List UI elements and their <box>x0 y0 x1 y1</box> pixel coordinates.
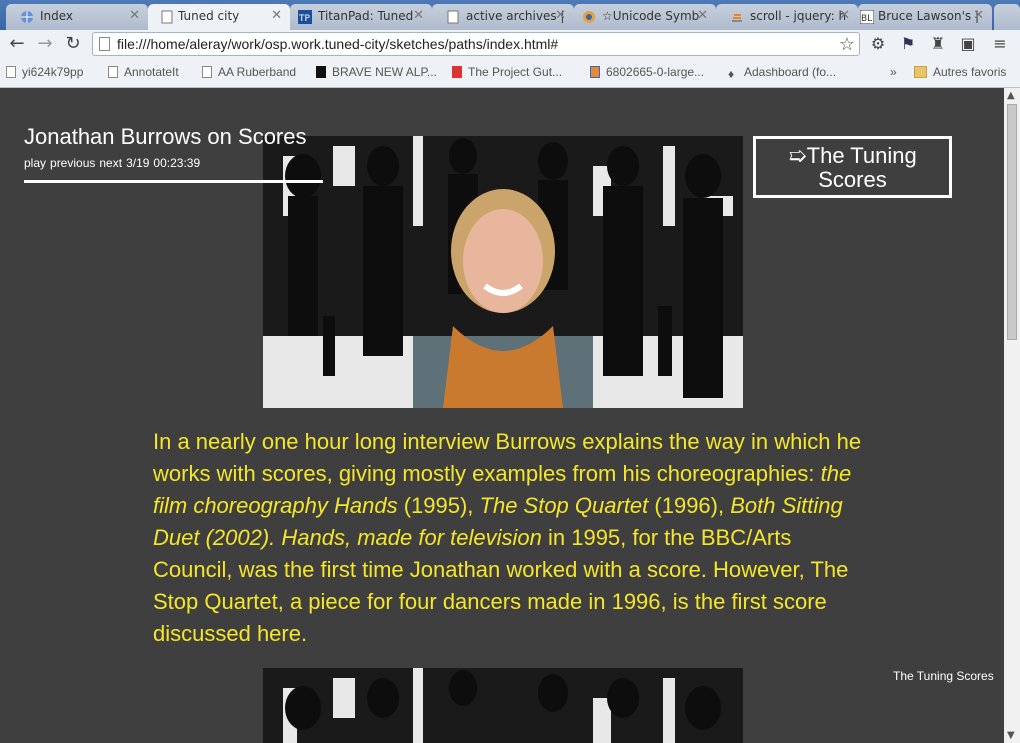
close-icon[interactable]: ✕ <box>839 8 850 23</box>
bookmark-item[interactable]: yi624k79pp <box>6 65 83 79</box>
page-icon <box>99 37 110 51</box>
image-icon <box>590 66 600 78</box>
page-icon <box>6 66 16 78</box>
vertical-scrollbar[interactable]: ▲ ▼ <box>1004 88 1020 743</box>
menu-icon[interactable]: ≡ <box>990 34 1010 54</box>
unicode-icon <box>583 11 595 23</box>
screenshot-icon[interactable]: ▣ <box>958 34 978 54</box>
brave-icon <box>316 66 326 78</box>
bookmark-item[interactable]: BRAVE NEW ALP... <box>316 65 437 79</box>
page-content: Jonathan Burrows on Scores play previous n… <box>0 88 1004 743</box>
previous-link[interactable]: previous <box>50 156 95 170</box>
video-player-secondary[interactable] <box>263 668 743 743</box>
forward-icon[interactable]: → <box>34 33 56 55</box>
scrollbar-thumb[interactable] <box>1007 104 1017 340</box>
tab-label: scroll - jquery: h <box>750 9 847 23</box>
browser-chrome: Index ✕ Tuned city ✕ TP TitanPad: Tuned ✕ a… <box>0 0 1020 88</box>
scroll-up-icon[interactable]: ▲ <box>1007 90 1015 101</box>
tab-label: Tuned city <box>178 9 240 23</box>
toolbar: ← → ↻ file:///home/aleray/work/osp.work.… <box>0 30 1020 58</box>
tab-label: TitanPad: Tuned <box>318 9 414 23</box>
close-icon[interactable]: ✕ <box>271 8 282 23</box>
bookmark-item[interactable]: AA Ruberband <box>202 65 296 79</box>
page-icon <box>202 66 212 78</box>
other-bookmarks-folder[interactable]: Autres favoris <box>914 65 1006 79</box>
new-tab-button[interactable] <box>994 4 1020 30</box>
gear-icon[interactable]: ⚙ <box>868 34 888 54</box>
bookmark-item[interactable]: 6802665-0-large... <box>590 65 704 79</box>
flag-icon[interactable]: ⚑ <box>898 34 918 54</box>
bookmark-item[interactable]: ♦ Adashboard (fo... <box>728 65 836 81</box>
playback-controls: play previous next 3/19 00:23:39 <box>24 156 204 170</box>
tuning-scores-link[interactable]: The Tuning Scores <box>893 669 994 683</box>
stackoverflow-icon <box>732 14 742 22</box>
tab-titanpad[interactable]: TP TitanPad: Tuned ✕ <box>290 4 432 30</box>
close-icon[interactable]: ✕ <box>973 8 984 23</box>
chevron-right-icon[interactable]: » <box>890 65 897 79</box>
globe-icon <box>21 11 33 23</box>
address-bar[interactable]: file:///home/aleray/work/osp.work.tuned-… <box>92 32 860 56</box>
bl-icon: BL <box>860 10 874 24</box>
tab-bruce-lawson[interactable]: BL Bruce Lawson's | ✕ <box>858 4 992 30</box>
close-icon[interactable]: ✕ <box>697 8 708 23</box>
tab-scroll-jquery[interactable]: scroll - jquery: h ✕ <box>716 4 858 30</box>
adashboard-icon: ♦ <box>728 67 735 81</box>
tuning-scores-button[interactable]: ➯The Tuning Scores <box>753 136 952 198</box>
position-counter: 3/19 <box>126 156 150 170</box>
tab-bar: Index ✕ Tuned city ✕ TP TitanPad: Tuned ✕ a… <box>0 0 1020 30</box>
tab-label: active archives | <box>466 9 565 23</box>
page-icon <box>108 66 118 78</box>
reload-icon[interactable]: ↻ <box>62 33 84 55</box>
folder-icon <box>914 66 927 78</box>
back-icon[interactable]: ← <box>6 33 28 55</box>
page-icon <box>447 10 459 24</box>
address-url[interactable]: file:///home/aleray/work/osp.work.tuned-… <box>117 36 558 52</box>
play-link[interactable]: play <box>24 156 46 170</box>
tab-tuned-city[interactable]: Tuned city ✕ <box>148 4 290 30</box>
page-icon <box>161 10 173 24</box>
tab-index[interactable]: Index ✕ <box>6 4 148 30</box>
extension-icon[interactable]: ♜ <box>928 34 948 54</box>
bookmarks-bar: yi624k79pp AnnotateIt AA Ruberband BRAVE… <box>0 58 1020 88</box>
close-icon[interactable]: ✕ <box>129 8 140 23</box>
close-icon[interactable]: ✕ <box>555 8 566 23</box>
gutenberg-icon <box>452 66 462 78</box>
bookmark-item[interactable]: The Project Gut... <box>452 65 562 79</box>
tab-unicode-symbols[interactable]: ☆Unicode Symb ✕ <box>574 4 716 30</box>
svg-text:TP: TP <box>298 14 310 24</box>
bookmark-item[interactable]: AnnotateIt <box>108 65 179 79</box>
tab-label: Bruce Lawson's | <box>878 9 980 23</box>
close-icon[interactable]: ✕ <box>413 8 424 23</box>
video-player[interactable] <box>263 136 743 408</box>
title-underline <box>24 180 323 183</box>
titanpad-icon: TP <box>298 10 312 24</box>
next-link[interactable]: next <box>99 156 122 170</box>
video-frame <box>263 668 743 743</box>
tab-label: Index <box>40 9 74 23</box>
svg-text:BL: BL <box>861 14 872 24</box>
description-paragraph: In a nearly one hour long interview Burr… <box>153 429 862 646</box>
tab-active-archives[interactable]: active archives | ✕ <box>432 4 574 30</box>
tab-label: ☆Unicode Symb <box>602 9 700 23</box>
timecode: 00:23:39 <box>153 156 201 170</box>
bookmark-star-icon[interactable]: ☆ <box>839 34 855 55</box>
video-frame <box>263 136 743 408</box>
page-title: Jonathan Burrows on Scores <box>24 124 307 149</box>
scroll-down-icon[interactable]: ▼ <box>1007 730 1015 741</box>
